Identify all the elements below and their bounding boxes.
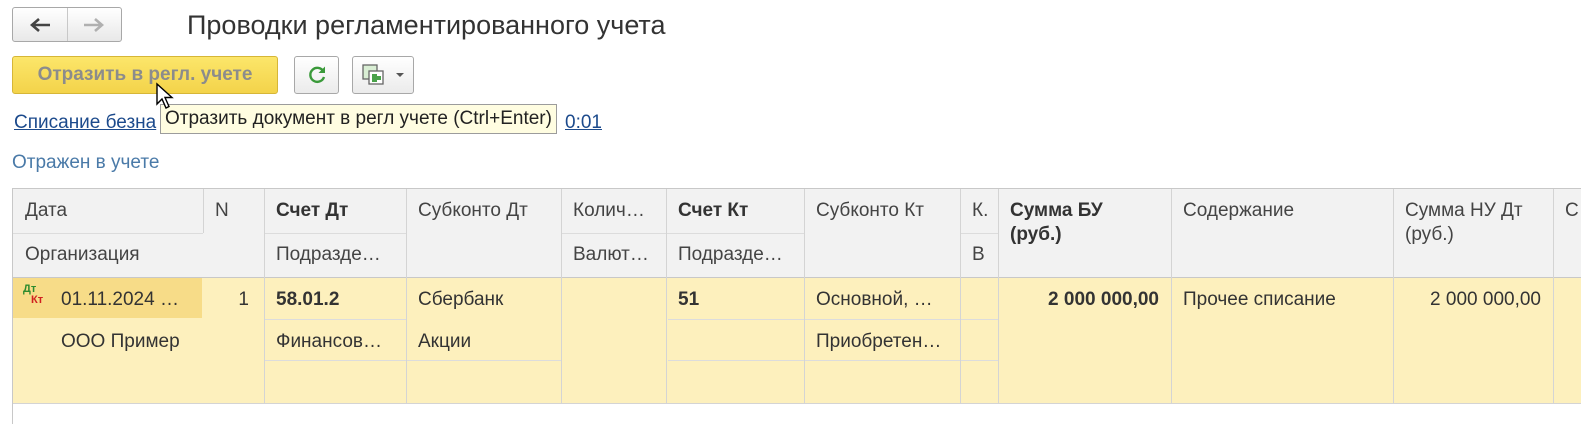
- col-header-sum-nu-dt[interactable]: Сумма НУ Дт: [1393, 200, 1553, 222]
- page-title: Проводки регламентированного учета: [187, 10, 666, 40]
- reflect-tooltip: Отразить документ в регл учете (Ctrl+Ent…: [160, 104, 557, 134]
- cell-organization[interactable]: ООО Пример: [49, 331, 264, 353]
- col-header-account-kt[interactable]: Счет Кт: [666, 200, 804, 222]
- col-header-subconto-dt[interactable]: Субконто Дт: [406, 200, 561, 222]
- col-header-sum-nu-dt-unit: (руб.): [1405, 224, 1454, 245]
- chevron-down-icon: [396, 73, 404, 77]
- refresh-button[interactable]: [294, 56, 339, 94]
- posting-type-icon: Дт Кт: [23, 283, 44, 306]
- arrow-right-icon: [84, 17, 105, 32]
- cell-sum-bu[interactable]: 2 000 000,00: [998, 289, 1171, 311]
- cell-content[interactable]: Прочее списание: [1171, 289, 1393, 311]
- col-header-department-dt[interactable]: Подразде…: [264, 244, 406, 266]
- reflect-button[interactable]: Отразить в регл. учете: [12, 56, 278, 94]
- postings-table[interactable]: Дата Организация N Счет Дт Подразде… Суб…: [12, 188, 1581, 424]
- col-header-sum-bu-unit: (руб.): [1010, 224, 1062, 245]
- col-header-content[interactable]: Содержание: [1171, 200, 1393, 222]
- col-header-org[interactable]: Организация: [13, 244, 264, 266]
- col-header-subconto-kt[interactable]: Субконто Кт: [804, 200, 960, 222]
- cell-subconto-dt-2[interactable]: Акции: [406, 331, 561, 353]
- document-structure-menu-button[interactable]: [352, 56, 414, 94]
- col-header-account-dt[interactable]: Счет Дт: [264, 200, 406, 222]
- forward-button[interactable]: [66, 8, 122, 41]
- col-header-n[interactable]: N: [203, 200, 264, 222]
- cell-n[interactable]: 1: [203, 289, 261, 311]
- document-link-end[interactable]: 0:01: [565, 112, 602, 134]
- col-header-date[interactable]: Дата: [13, 200, 203, 222]
- col-header-currency[interactable]: Валют…: [561, 244, 666, 266]
- col-header-k[interactable]: К.: [960, 200, 998, 222]
- cell-department-dt[interactable]: Финансов…: [264, 331, 406, 353]
- cell-subconto-kt-1[interactable]: Основной, …: [804, 289, 960, 311]
- cell-account-dt[interactable]: 58.01.2: [264, 289, 406, 311]
- cell-date[interactable]: 01.11.2024 …: [49, 289, 203, 311]
- cell-sum-nu-dt[interactable]: 2 000 000,00: [1393, 289, 1553, 311]
- col-header-more[interactable]: С: [1553, 200, 1581, 222]
- cell-account-kt[interactable]: 51: [666, 289, 804, 311]
- col-header-v[interactable]: В: [960, 244, 998, 266]
- back-button[interactable]: [13, 8, 67, 41]
- arrow-left-icon: [29, 17, 50, 32]
- status-label: Отражен в учете: [12, 152, 160, 173]
- document-structure-icon: [362, 64, 384, 85]
- cell-subconto-dt-1[interactable]: Сбербанк: [406, 289, 561, 311]
- nav-buttons: [12, 7, 122, 42]
- refresh-icon: [308, 66, 325, 84]
- mouse-cursor-icon: [156, 82, 174, 109]
- cell-subconto-kt-2[interactable]: Приобретен…: [804, 331, 960, 353]
- document-link[interactable]: Списание безна: [14, 112, 156, 134]
- col-header-department-kt[interactable]: Подразде…: [666, 244, 804, 266]
- col-header-quantity[interactable]: Колич…: [561, 200, 666, 222]
- col-header-sum-bu[interactable]: Сумма БУ: [998, 200, 1171, 222]
